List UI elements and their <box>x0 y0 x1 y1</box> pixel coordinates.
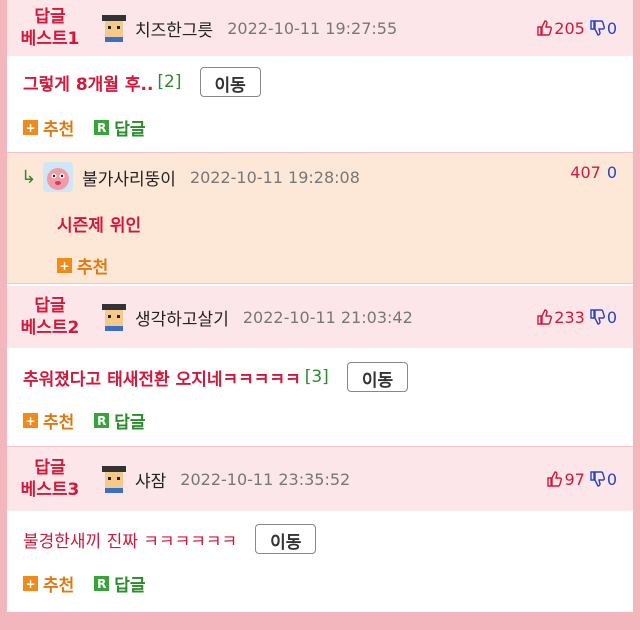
best2-content: 추워졌다고 태새전환 오지네ㅋㅋㅋㅋㅋ [3] 이동 <box>23 362 409 392</box>
best3-date: 2022-10-11 23:35:52 <box>180 469 351 489</box>
reply1-header: ↳ 불가사리뚱이 2022-10-11 19:28:08 <box>21 161 360 193</box>
best2-date: 2022-10-11 21:03:42 <box>242 307 413 327</box>
thumbs-down-icon[interactable] <box>589 308 605 326</box>
reply1-box: ↳ 불가사리뚱이 2022-10-11 19:28:08 407 0 시즌제 위… <box>7 152 633 284</box>
best3-down-count: 0 <box>606 469 617 489</box>
best2-down-count: 0 <box>606 307 617 327</box>
best2-reply-button[interactable]: R 답글 <box>94 408 146 433</box>
plus-icon: + <box>57 258 72 273</box>
best1-label: 답글 베스트1 <box>20 7 80 49</box>
avatar-pink-icon[interactable] <box>42 161 74 193</box>
thumbs-up-icon[interactable] <box>536 19 553 37</box>
best3-move-button[interactable]: 이동 <box>255 524 317 554</box>
reply1-date: 2022-10-11 19:28:08 <box>189 167 360 187</box>
best1-recommend-button[interactable]: + 추천 <box>23 115 74 140</box>
best3-actions: + 추천 R 답글 <box>23 571 166 596</box>
best3-reply-button[interactable]: R 답글 <box>94 571 146 596</box>
reply-badge-icon: R <box>94 576 110 591</box>
best2-actions: + 추천 R 답글 <box>23 408 166 433</box>
comment-panel: 답글 베스트1 치즈한그릇 2022-10-11 19:27:55 205 0 그… <box>0 0 640 630</box>
best3-up-count: 97 <box>564 469 585 489</box>
best1-down-count: 0 <box>606 18 617 38</box>
best1-reply-button[interactable]: R 답글 <box>94 115 146 140</box>
best2-votes: 233 0 <box>536 308 617 327</box>
best1-move-button[interactable]: 이동 <box>199 67 261 97</box>
reply1-up-count: 407 <box>570 163 601 182</box>
avatar-pixel-icon[interactable] <box>99 302 129 332</box>
best2-label: 답글 베스트2 <box>20 296 80 338</box>
best2-header: 답글 베스트2 생각하고살기 2022-10-11 21:03:42 233 0 <box>7 286 633 348</box>
reply1-nick[interactable]: 불가사리뚱이 <box>82 165 176 190</box>
best1-nick[interactable]: 치즈한그릇 <box>135 16 213 41</box>
best2-reply-count[interactable]: [3] <box>305 367 329 387</box>
best3-content: 불경한새끼 진짜 ㅋㅋㅋㅋㅋㅋ 이동 <box>23 524 317 554</box>
reply-badge-icon: R <box>94 413 110 428</box>
reply-arrow-icon: ↳ <box>21 166 37 188</box>
best2-recommend-button[interactable]: + 추천 <box>23 408 74 433</box>
reply1-recommend-button[interactable]: + 추천 <box>57 253 108 278</box>
reply1-content: 시즌제 위인 <box>57 211 141 236</box>
best2-move-button[interactable]: 이동 <box>346 362 409 392</box>
avatar-pixel-icon[interactable] <box>99 13 129 43</box>
best1-actions: + 추천 R 답글 <box>23 115 166 140</box>
thumbs-up-icon[interactable] <box>546 470 563 488</box>
best1-up-count: 205 <box>554 18 585 38</box>
plus-icon: + <box>23 576 38 591</box>
best1-text: 그렇게 8개월 후.. <box>23 74 154 95</box>
thumbs-down-icon[interactable] <box>589 470 605 488</box>
best1-date: 2022-10-11 19:27:55 <box>227 18 398 38</box>
reply1-text: 시즌제 위인 <box>57 216 142 236</box>
thumbs-up-icon[interactable] <box>536 308 553 326</box>
best3-votes: 97 0 <box>546 470 617 489</box>
best3-recommend-button[interactable]: + 추천 <box>23 571 74 596</box>
best1-votes: 205 0 <box>536 19 617 38</box>
reply1-actions: + 추천 <box>57 253 128 278</box>
best1-content: 그렇게 8개월 후.. [2] 이동 <box>23 67 261 97</box>
best3-header: 답글 베스트3 샤잠 2022-10-11 23:35:52 97 0 <box>7 447 633 511</box>
best3-text: 불경한새끼 진짜 ㅋㅋㅋㅋㅋㅋ <box>23 531 238 552</box>
reply-badge-icon: R <box>94 120 110 135</box>
thumbs-down-icon[interactable] <box>589 19 605 37</box>
best1-header: 답글 베스트1 치즈한그릇 2022-10-11 19:27:55 205 0 <box>7 0 633 56</box>
reply1-down-count: 0 <box>606 163 617 182</box>
avatar-pixel-icon[interactable] <box>99 464 129 494</box>
best1-reply-count[interactable]: [2] <box>157 72 181 92</box>
plus-icon: + <box>23 413 38 428</box>
best2-text: 추워졌다고 태새전환 오지네ㅋㅋㅋㅋㅋ <box>23 369 301 390</box>
best2-up-count: 233 <box>554 307 585 327</box>
plus-icon: + <box>23 120 38 135</box>
best3-nick[interactable]: 샤잠 <box>135 467 166 492</box>
reply1-votes: 407 0 <box>568 163 617 182</box>
best3-label: 답글 베스트3 <box>20 458 80 500</box>
best2-nick[interactable]: 생각하고살기 <box>135 305 229 330</box>
